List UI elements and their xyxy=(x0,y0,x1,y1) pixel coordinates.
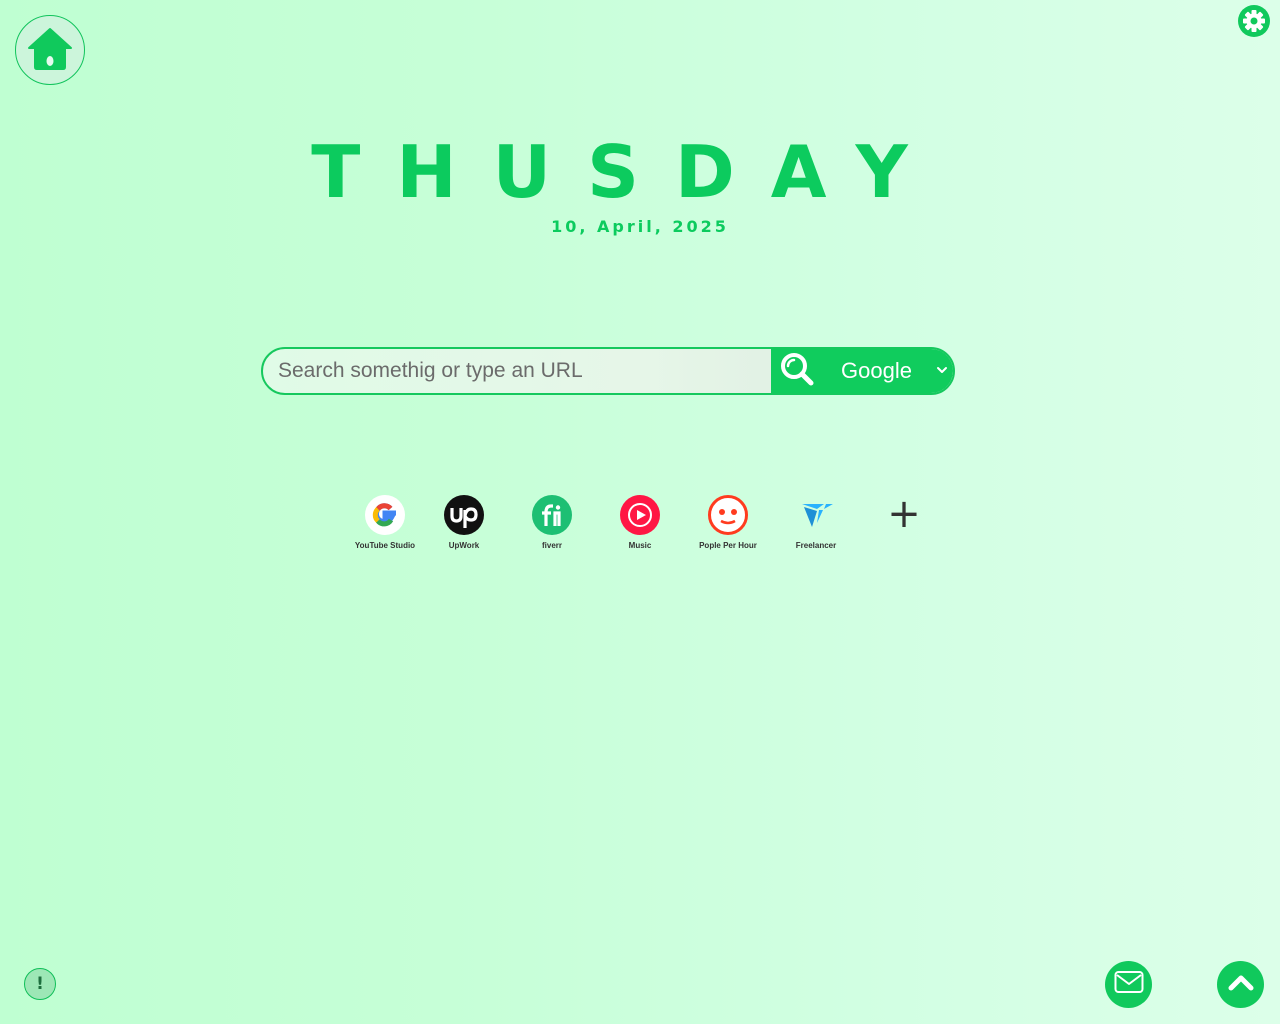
freelancer-icon xyxy=(796,495,836,535)
music-icon xyxy=(620,495,660,535)
gear-icon xyxy=(1237,4,1271,43)
add-shortcut-button[interactable]: + xyxy=(886,494,922,534)
shortcut-people-per-hour[interactable]: Pople Per Hour xyxy=(695,493,761,551)
chevron-down-icon[interactable] xyxy=(935,362,949,378)
mail-icon xyxy=(1114,970,1144,999)
shortcut-freelancer[interactable]: Freelancer xyxy=(783,493,849,551)
mail-button[interactable] xyxy=(1105,961,1152,1008)
shortcut-fiverr[interactable]: fiverr xyxy=(519,493,585,551)
chevron-up-icon xyxy=(1228,972,1254,997)
shortcut-youtube-studio[interactable]: YouTube Studio xyxy=(352,493,418,551)
upwork-icon xyxy=(444,495,484,535)
search-input[interactable] xyxy=(263,349,771,393)
shortcut-music[interactable]: Music xyxy=(607,493,673,551)
search-controls: Google xyxy=(771,349,953,393)
people-per-hour-icon xyxy=(708,495,748,535)
info-button[interactable]: ! xyxy=(24,968,56,1000)
settings-button[interactable] xyxy=(1237,4,1271,43)
shortcut-label: UpWork xyxy=(448,541,480,550)
shortcut-upwork[interactable]: UpWork xyxy=(431,493,497,551)
home-button[interactable] xyxy=(15,15,85,85)
search-bar: Google xyxy=(261,347,955,395)
shortcut-label: YouTube Studio xyxy=(354,541,416,550)
shortcut-label: Pople Per Hour xyxy=(699,541,757,550)
date-text: 10, April, 2025 xyxy=(551,217,729,236)
search-engine-select[interactable]: Google xyxy=(841,358,912,384)
search-icon xyxy=(779,351,815,392)
search-button[interactable] xyxy=(773,349,821,393)
shortcuts-grid: YouTube Studio UpWork fiverr Music Pople… xyxy=(352,493,952,573)
google-icon xyxy=(365,495,405,535)
shortcut-label: Music xyxy=(628,541,652,550)
shortcut-label: fiverr xyxy=(541,541,562,550)
scroll-top-button[interactable] xyxy=(1217,961,1264,1008)
day-title: THUSDAY xyxy=(311,130,944,214)
home-icon xyxy=(27,25,73,76)
fiverr-icon xyxy=(532,495,572,535)
shortcut-label: Freelancer xyxy=(795,541,837,550)
